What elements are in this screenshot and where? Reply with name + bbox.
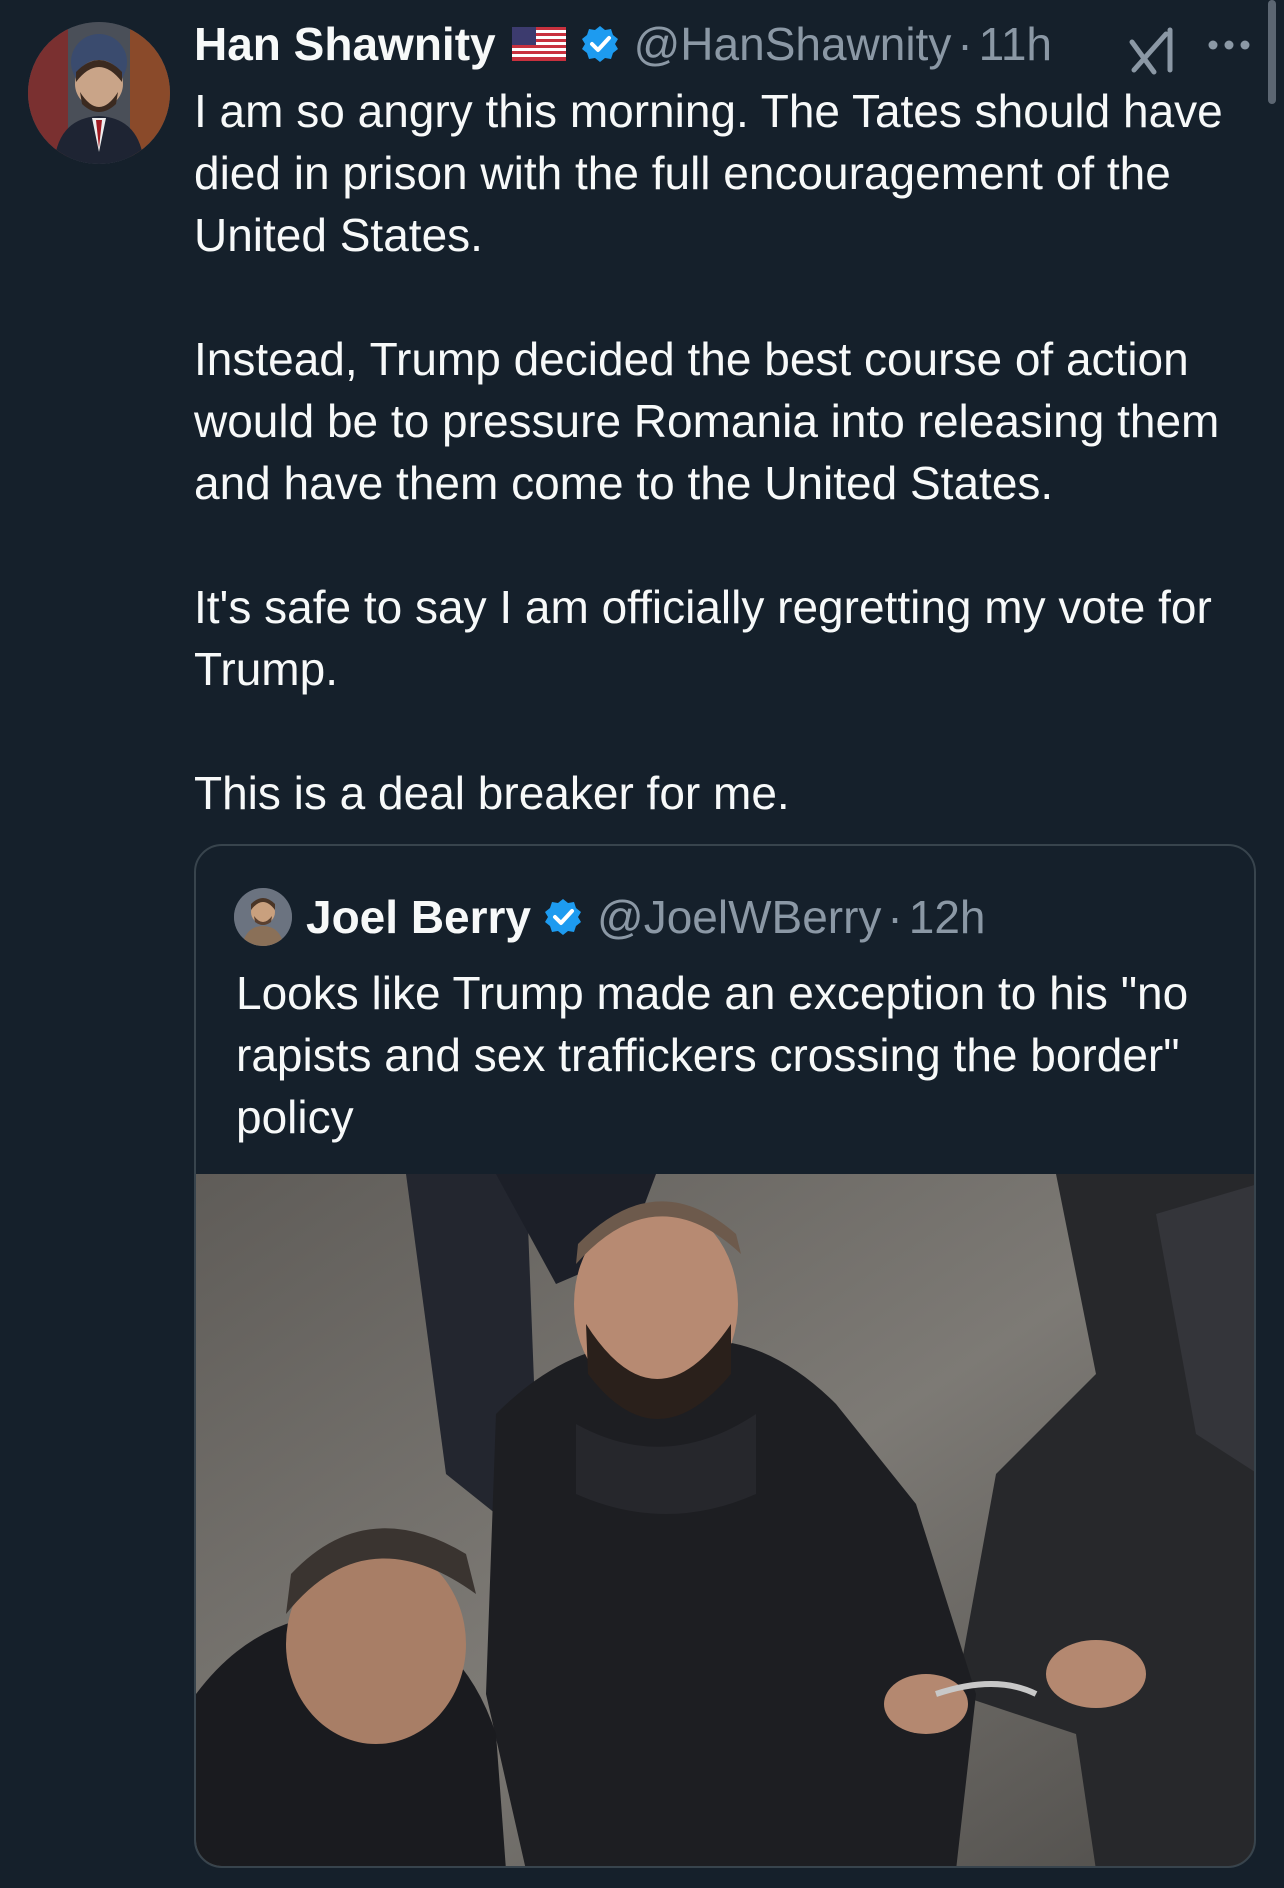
tweet-text: I am so angry this morning. The Tates sh… [194, 80, 1264, 824]
quoted-author-name[interactable]: Joel Berry [306, 890, 531, 944]
quoted-tweet-text: Looks like Trump made an exception to hi… [236, 967, 1189, 1143]
separator-dot: · [887, 891, 903, 943]
grok-icon[interactable] [1126, 26, 1180, 76]
separator-dot: · [957, 18, 973, 70]
quoted-timestamp[interactable]: 12h [909, 890, 986, 944]
quoted-photo[interactable] [196, 1174, 1254, 1866]
tweet-header: Han Shawnity @HanShawnity · 11h [194, 14, 1052, 74]
more-options-icon[interactable] [1206, 38, 1252, 52]
us-flag-icon [511, 27, 566, 61]
verified-badge-icon[interactable] [580, 24, 620, 64]
quoted-author-avatar[interactable] [234, 888, 292, 946]
verified-badge-icon[interactable] [543, 897, 583, 937]
author-name[interactable]: Han Shawnity [194, 17, 496, 71]
author-avatar[interactable] [28, 22, 170, 164]
author-handle[interactable]: @HanShawnity [634, 17, 952, 71]
quoted-tweet-header: Joel Berry @JoelWBerry · 12h [234, 886, 986, 948]
tweet-paragraph: I am so angry this morning. The Tates sh… [194, 85, 1223, 261]
quoted-author-handle[interactable]: @JoelWBerry [597, 890, 881, 944]
tweet-paragraph: Instead, Trump decided the best course o… [194, 333, 1220, 509]
tweet-paragraph: This is a deal breaker for me. [194, 767, 790, 819]
quoted-tweet-card[interactable]: Joel Berry @JoelWBerry · 12h Looks like … [194, 844, 1256, 1868]
scrollbar[interactable] [1268, 0, 1276, 104]
tweet-timestamp[interactable]: 11h [979, 17, 1052, 71]
tweet-paragraph: It's safe to say I am officially regrett… [194, 581, 1212, 695]
tweet[interactable]: Han Shawnity @HanShawnity · 11h I am so … [0, 0, 1284, 1888]
